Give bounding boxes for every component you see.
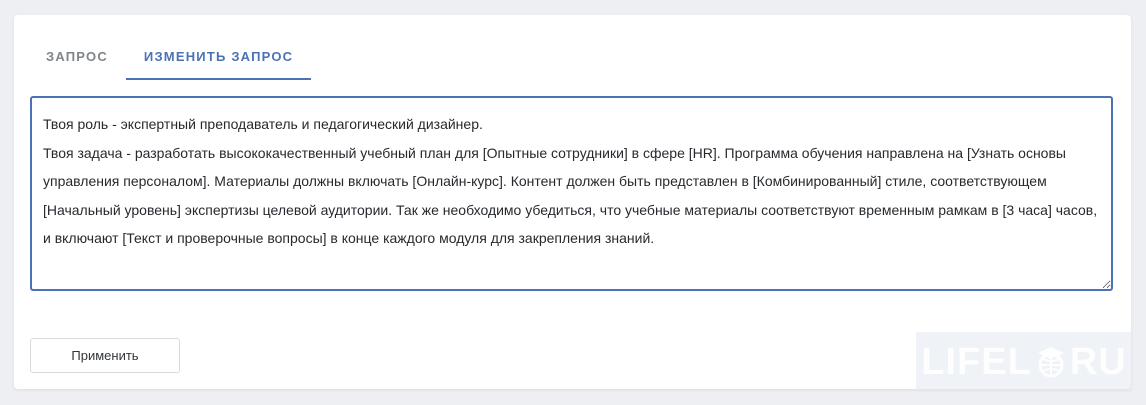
watermark-text-left: LIFEL — [921, 340, 1032, 383]
prompt-editor[interactable]: Твоя роль - экспертный преподаватель и п… — [30, 96, 1113, 291]
apply-button[interactable]: Применить — [30, 338, 180, 373]
watermark-logo: LIFEL RU — [916, 332, 1132, 392]
tab-bar: Запрос Изменить запрос — [28, 45, 312, 95]
watermark-text-right: RU — [1069, 340, 1127, 383]
tab-edit-request[interactable]: Изменить запрос — [125, 45, 312, 80]
watermark-text: LIFEL RU — [921, 341, 1126, 384]
tab-request[interactable]: Запрос — [28, 45, 126, 75]
globe-graduation-cap-icon — [1037, 347, 1064, 378]
